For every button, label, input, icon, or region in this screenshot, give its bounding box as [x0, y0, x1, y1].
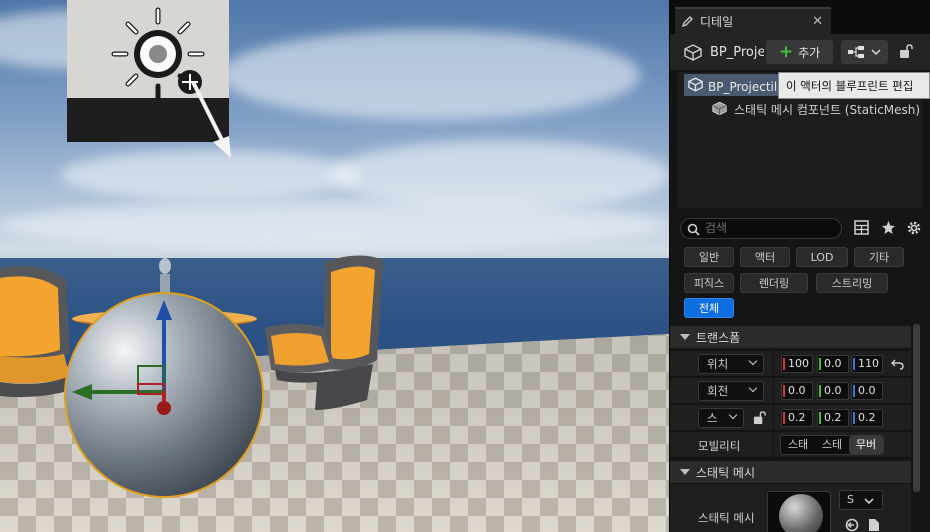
rotation-mode-dropdown[interactable]: 회전: [698, 381, 764, 401]
light-direction-arrow: [191, 81, 231, 158]
filter-physics[interactable]: 피직스: [684, 273, 734, 293]
edit-blueprint-button[interactable]: [841, 40, 888, 64]
tab-details-label: 디테일: [700, 15, 734, 29]
collapse-arrow-icon: [680, 469, 690, 475]
section-static-mesh-title: 스태틱 메시: [696, 465, 756, 480]
transform-gizmo[interactable]: [62, 292, 262, 492]
static-mesh-label: 스태틱 메시: [698, 511, 755, 525]
location-x-field[interactable]: 100: [781, 355, 813, 373]
location-z-field[interactable]: 110: [851, 355, 883, 373]
mesh-thumbnail[interactable]: [767, 491, 831, 532]
blueprint-hierarchy-icon: [848, 46, 864, 58]
mobility-movable[interactable]: 무버: [849, 436, 883, 454]
property-location: 위치 100 0.0 110: [670, 351, 911, 377]
tree-item-label: 스태틱 메시 컴포넌트 (StaticMesh): [734, 103, 920, 117]
rotation-x-field[interactable]: 0.0: [781, 382, 813, 400]
chevron-down-icon: [748, 356, 758, 366]
tree-item-static-mesh[interactable]: 스태틱 메시 컴포넌트 (StaticMesh): [684, 98, 920, 120]
filter-misc[interactable]: 기타: [854, 247, 904, 267]
pencil-icon: [681, 16, 693, 28]
tab-details[interactable]: 디테일 ✕: [675, 7, 831, 34]
reset-arrow-icon[interactable]: [891, 359, 904, 370]
section-static-mesh[interactable]: 스태틱 메시: [670, 461, 911, 483]
static-mesh-picker[interactable]: S: [839, 490, 883, 510]
scale-lock-icon[interactable]: [753, 411, 766, 425]
add-component-button[interactable]: + 추가: [766, 40, 833, 64]
lock-icon[interactable]: [899, 44, 913, 59]
gear-icon[interactable]: [906, 220, 922, 236]
filter-general[interactable]: 일반: [684, 247, 734, 267]
chevron-down-icon: [864, 498, 874, 505]
filter-lod[interactable]: LOD: [796, 247, 848, 267]
section-transform-title: 트랜스폼: [696, 330, 741, 345]
filter-actor[interactable]: 액터: [740, 247, 790, 267]
tab-bar: 디테일 ✕: [670, 0, 930, 34]
chevron-down-icon: [748, 383, 758, 393]
rotation-z-field[interactable]: 0.0: [851, 382, 883, 400]
details-scrollbar[interactable]: [913, 324, 920, 492]
table-view-icon[interactable]: [854, 220, 869, 235]
search-input[interactable]: 검색: [680, 218, 842, 239]
filter-all[interactable]: 전체: [684, 298, 734, 318]
mobility-stationary[interactable]: 스테: [815, 436, 849, 454]
scale-x-field[interactable]: 0.2: [781, 409, 813, 427]
chair-right[interactable]: [255, 250, 395, 420]
edit-blueprint-tooltip: 이 액터의 블루프린트 편집: [778, 72, 930, 99]
actor-name: BP_Projectile: [710, 45, 764, 60]
property-rotation: 회전 0.0 0.0 0.0: [670, 378, 911, 404]
mobility-label: 모빌리티: [698, 439, 741, 453]
scrollbar-thumb[interactable]: [913, 324, 920, 492]
chevron-down-icon: [728, 410, 738, 420]
filter-streaming[interactable]: 스트리밍: [816, 273, 888, 293]
mobility-static[interactable]: 스태: [781, 436, 815, 454]
add-button-label: 추가: [798, 45, 821, 60]
location-y-field[interactable]: 0.0: [817, 355, 849, 373]
scale-z-field[interactable]: 0.2: [851, 409, 883, 427]
close-tab-icon[interactable]: ✕: [812, 14, 823, 29]
blueprint-cube-icon: [688, 77, 703, 92]
rotation-y-field[interactable]: 0.0: [817, 382, 849, 400]
collapse-arrow-icon: [680, 334, 690, 340]
browse-asset-icon[interactable]: [868, 518, 880, 532]
property-static-mesh: 스태틱 메시 S: [670, 484, 911, 532]
section-transform[interactable]: 트랜스폼: [670, 326, 911, 348]
static-mesh-icon: [712, 101, 727, 116]
blueprint-cube-icon: [684, 44, 702, 61]
property-mobility: 모빌리티 스태 스테 무버: [670, 432, 911, 458]
plus-icon: +: [778, 41, 794, 62]
chevron-down-icon: [871, 49, 881, 56]
actor-header: BP_Projectile + 추가: [670, 34, 930, 70]
use-selected-asset-icon[interactable]: [845, 518, 859, 532]
search-icon: [687, 223, 700, 236]
level-viewport[interactable]: [0, 0, 669, 532]
property-scale: 스 0.2 0.2 0.2: [670, 405, 911, 431]
search-placeholder: 검색: [705, 221, 728, 235]
scale-mode-dropdown[interactable]: 스: [698, 408, 744, 428]
scale-y-field[interactable]: 0.2: [817, 409, 849, 427]
filter-rendering[interactable]: 렌더링: [740, 273, 808, 293]
statue[interactable]: [152, 256, 178, 296]
location-mode-dropdown[interactable]: 위치: [698, 354, 764, 374]
mobility-toggle[interactable]: 스태 스테 무버: [780, 435, 884, 455]
star-icon[interactable]: [881, 220, 896, 235]
